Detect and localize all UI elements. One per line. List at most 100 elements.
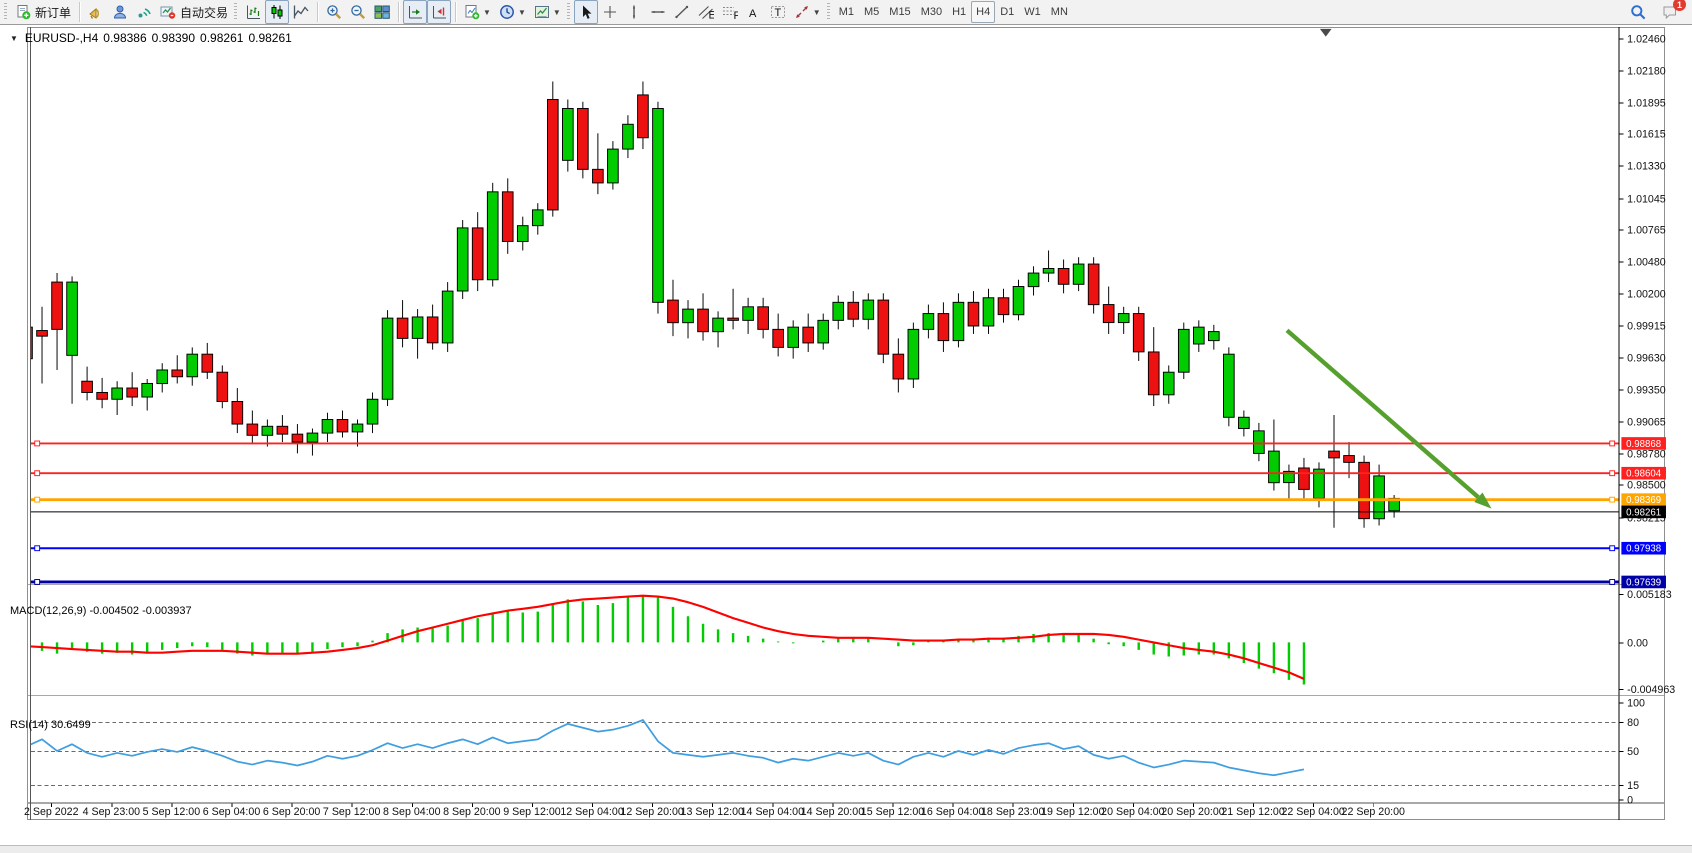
periods-menu-button[interactable]: ▼ (495, 0, 530, 24)
svg-text:18 Sep 23:00: 18 Sep 23:00 (981, 806, 1044, 818)
candle (1269, 451, 1280, 483)
search-button[interactable] (1626, 0, 1650, 24)
candle (532, 210, 543, 226)
text-icon: A (746, 4, 762, 20)
chart-shift-button[interactable] (427, 0, 451, 24)
candle (487, 192, 498, 280)
fibonacci-tool-button[interactable]: F (718, 0, 742, 24)
line-handle[interactable] (35, 497, 40, 502)
line-handle[interactable] (35, 441, 40, 446)
line-handle[interactable] (35, 546, 40, 551)
candle (683, 309, 694, 323)
line-handle[interactable] (1610, 546, 1615, 551)
svg-text:0.99065: 0.99065 (1627, 416, 1666, 428)
line-handle[interactable] (1610, 441, 1615, 446)
timeframe-w1-button[interactable]: W1 (1019, 1, 1046, 23)
candle (713, 318, 724, 332)
macd-label: MACD(12,26,9) -0.004502 -0.003937 (10, 605, 192, 617)
text-tool-button[interactable]: A (742, 0, 766, 24)
timeframe-m15-button[interactable]: M15 (884, 1, 915, 23)
chart-canvas[interactable]: 1.024601.021801.018951.016151.013301.010… (0, 26, 1692, 845)
svg-text:12 Sep 04:00: 12 Sep 04:00 (560, 806, 623, 818)
arrows-tool-button[interactable]: ▼ (790, 0, 825, 24)
user-terminal-button[interactable] (108, 0, 132, 24)
zoom-in-button[interactable] (322, 0, 346, 24)
crosshair-tool-button[interactable] (598, 0, 622, 24)
svg-text:19 Sep 12:00: 19 Sep 12:00 (1041, 806, 1104, 818)
candle (1073, 264, 1084, 284)
autotrade-icon (160, 4, 176, 20)
candle (668, 300, 679, 323)
auto-scroll-button[interactable] (403, 0, 427, 24)
svg-text:5 Sep 12:00: 5 Sep 12:00 (143, 806, 201, 818)
timeframe-m1-button[interactable]: M1 (834, 1, 859, 23)
new-order-button[interactable]: 新订单 (11, 0, 75, 24)
toolbar-grip[interactable] (827, 3, 830, 21)
profiles-menu-button[interactable]: ▼ (530, 0, 565, 24)
candle (502, 192, 513, 242)
toolbar-grip[interactable] (4, 3, 7, 21)
toolbar-separator (79, 2, 80, 22)
zoom-out-button[interactable] (346, 0, 370, 24)
cursor-tool-button[interactable] (574, 0, 598, 24)
horizontal-line-tool-button[interactable] (646, 0, 670, 24)
signals-button[interactable] (132, 0, 156, 24)
time-scale[interactable]: 2 Sep 20224 Sep 23:005 Sep 12:006 Sep 04… (24, 803, 1405, 818)
svg-text:0.99630: 0.99630 (1627, 352, 1666, 364)
chevron-down-icon[interactable]: ▼ (813, 8, 821, 17)
text-label-tool-button[interactable]: T (766, 0, 790, 24)
line-handle[interactable] (35, 471, 40, 476)
timeframe-m5-button[interactable]: M5 (859, 1, 884, 23)
vertical-line-tool-button[interactable] (622, 0, 646, 24)
candle (893, 354, 904, 379)
candle (307, 433, 318, 442)
candle (743, 307, 754, 321)
terminal-window: 新订单 自动交易 ▼ ▼ ▼ EFAT ▼ M1M5M15M30H1H4D1W1MN 1 1.0… (0, 0, 1692, 853)
toolbar-grip[interactable] (234, 3, 237, 21)
candle (127, 388, 138, 397)
candle (232, 401, 243, 424)
svg-text:80: 80 (1627, 717, 1639, 729)
candlestick-mode-button[interactable] (265, 0, 289, 24)
candle (1178, 329, 1189, 372)
timeframe-m30-button[interactable]: M30 (916, 1, 947, 23)
line-handle[interactable] (35, 580, 40, 585)
candle (352, 424, 363, 432)
auto-trading-label: 自动交易 (180, 4, 228, 21)
autoscroll-icon (407, 4, 423, 20)
auto-trading-button[interactable]: 自动交易 (156, 0, 232, 24)
timeframe-d1-button[interactable]: D1 (995, 1, 1019, 23)
alerts-horn-button[interactable] (84, 0, 108, 24)
notifications-button[interactable]: 1 (1658, 0, 1682, 24)
chevron-down-icon[interactable]: ▼ (483, 8, 491, 17)
timeframe-h4-button[interactable]: H4 (971, 1, 995, 23)
svg-text:1.02460: 1.02460 (1627, 33, 1666, 45)
candle (217, 372, 228, 401)
svg-text:50: 50 (1627, 746, 1639, 758)
chart-area: 1.024601.021801.018951.016151.013301.010… (0, 26, 1692, 845)
bar-chart-mode-button[interactable] (241, 0, 265, 24)
toolbar-grip[interactable] (567, 3, 570, 21)
equidistant-channel-tool-button[interactable]: E (694, 0, 718, 24)
new-order-icon (15, 4, 31, 20)
candle (1103, 305, 1114, 323)
tile-windows-button[interactable] (370, 0, 394, 24)
new-chart-button[interactable]: ▼ (460, 0, 495, 24)
timeframe-h1-button[interactable]: H1 (947, 1, 971, 23)
candle (1208, 332, 1219, 341)
line-handle[interactable] (1610, 471, 1615, 476)
candle (623, 124, 634, 149)
candle (803, 327, 814, 343)
line-handle[interactable] (1610, 497, 1615, 502)
chevron-down-icon[interactable]: ▼ (553, 8, 561, 17)
trendline-tool-button[interactable] (670, 0, 694, 24)
line-handle[interactable] (1610, 580, 1615, 585)
svg-text:0.97938: 0.97938 (1626, 544, 1661, 555)
chevron-down-icon[interactable]: ▼ (518, 8, 526, 17)
candle (1299, 468, 1310, 489)
timeframe-mn-button[interactable]: MN (1046, 1, 1073, 23)
candle (37, 331, 48, 337)
line-chart-mode-button[interactable] (289, 0, 313, 24)
collapse-icon[interactable]: ▼ (10, 34, 18, 43)
svg-text:1.00200: 1.00200 (1627, 288, 1666, 300)
